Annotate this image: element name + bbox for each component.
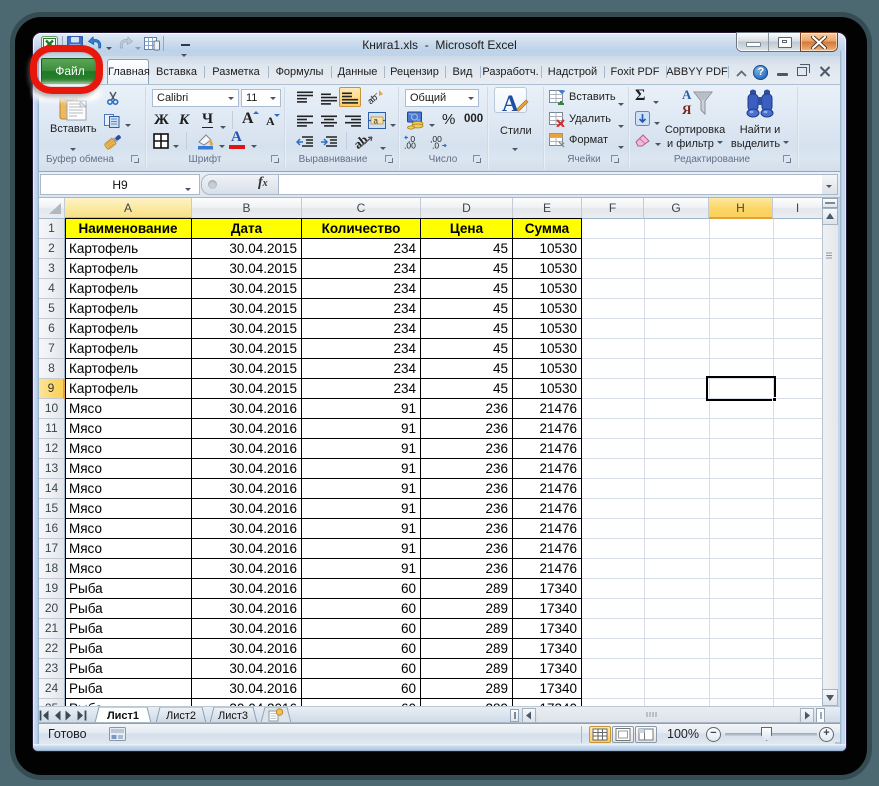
svg-text:ab: ab — [367, 92, 379, 105]
svg-text:Лист1: Лист1 — [107, 710, 139, 722]
svg-text:A: A — [502, 91, 519, 116]
svg-text:Я: Я — [682, 102, 692, 117]
svg-text:,0: ,0 — [432, 141, 439, 150]
svg-text:Лист3: Лист3 — [218, 710, 248, 722]
svg-text:,00: ,00 — [404, 141, 416, 150]
svg-text:А: А — [682, 87, 692, 102]
svg-text:a: a — [374, 117, 379, 126]
svg-text:ab: ab — [355, 132, 371, 151]
svg-text:Лист2: Лист2 — [166, 710, 196, 722]
